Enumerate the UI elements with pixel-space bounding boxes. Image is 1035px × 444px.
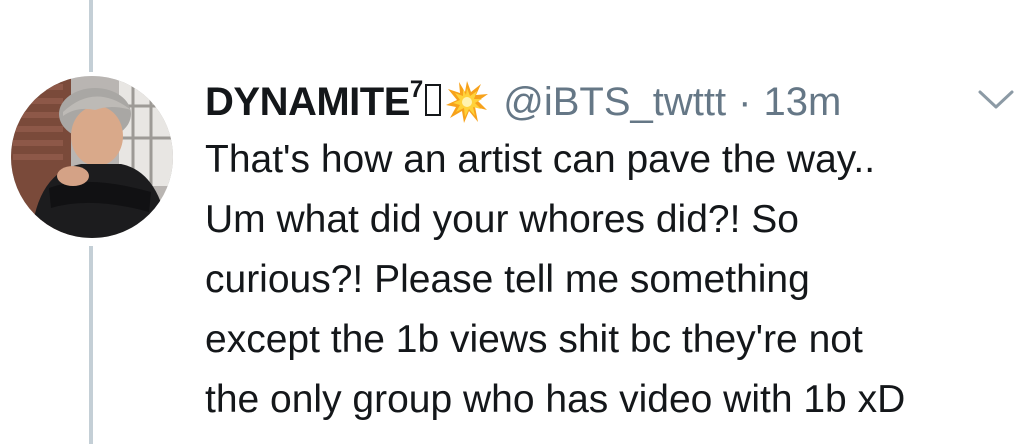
avatar-photo	[11, 76, 173, 238]
user-handle[interactable]: @iBTS_twttt	[503, 76, 726, 128]
chevron-down-icon[interactable]	[976, 86, 1016, 114]
display-name-superscript: 7	[409, 76, 424, 103]
missing-glyph-box	[425, 84, 442, 116]
tweet-text-line: That's how an artist can pave the way..	[205, 138, 876, 181]
previous-tweet-action-row-fragment	[205, 0, 905, 4]
tweet-thread-view: DYNAMITE 7 @iBTS_twttt · 13m That's how …	[0, 0, 1035, 444]
header-separator: ·	[738, 80, 752, 124]
thread-connector-line-bottom	[89, 246, 93, 444]
display-name[interactable]: DYNAMITE	[205, 76, 410, 128]
avatar[interactable]	[11, 76, 173, 238]
tweet-text-line: except the 1b views shit bc they're not	[205, 318, 863, 361]
tweet-text-line: the only group who has video with 1b xD	[205, 378, 906, 421]
tweet-text-line: Um what did your whores did?! So	[205, 198, 799, 241]
collision-icon	[445, 80, 489, 124]
tweet-text: That's how an artist can pave the way.. …	[205, 130, 1025, 430]
tweet-header: DYNAMITE 7 @iBTS_twttt · 13m	[205, 76, 1025, 128]
thread-connector-line-top	[89, 0, 93, 72]
timestamp[interactable]: 13m	[763, 76, 841, 128]
tweet-text-line: curious?! Please tell me something	[205, 258, 810, 301]
